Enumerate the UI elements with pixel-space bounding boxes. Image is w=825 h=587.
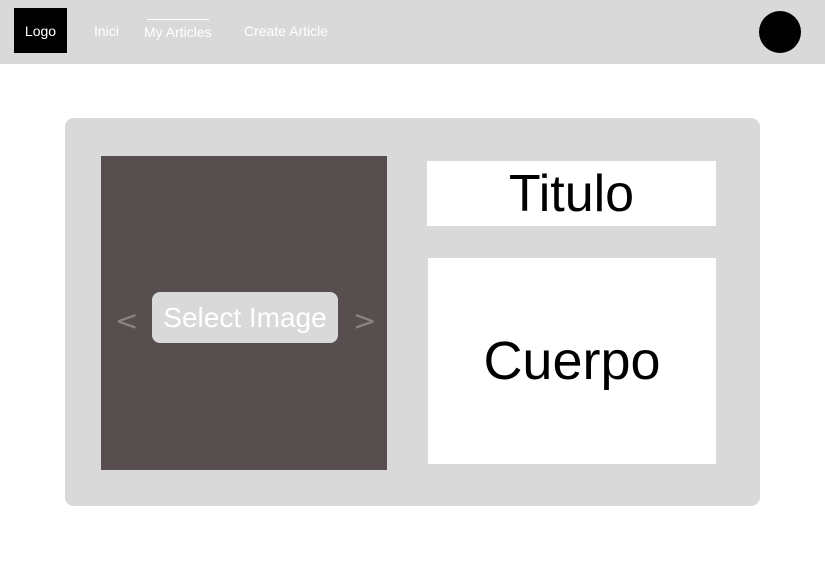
top-navigation-bar: Logo Inici My Articles Create Article xyxy=(0,0,825,64)
chevron-left-icon[interactable]: < xyxy=(115,305,138,337)
body-field[interactable]: Cuerpo xyxy=(428,258,716,464)
select-image-button[interactable]: Select Image xyxy=(152,292,338,343)
title-field[interactable]: Titulo xyxy=(427,161,716,226)
nav-link-inici[interactable]: Inici xyxy=(94,22,119,40)
avatar[interactable] xyxy=(759,11,801,53)
nav-link-my-articles[interactable]: My Articles xyxy=(144,19,212,41)
body-placeholder: Cuerpo xyxy=(483,331,661,391)
nav-link-create-article[interactable]: Create Article xyxy=(244,22,328,40)
chevron-right-icon[interactable]: > xyxy=(353,305,376,337)
logo[interactable]: Logo xyxy=(14,8,67,53)
title-placeholder: Titulo xyxy=(508,164,635,223)
select-image-label: Select Image xyxy=(163,301,327,333)
logo-label: Logo xyxy=(24,22,57,39)
